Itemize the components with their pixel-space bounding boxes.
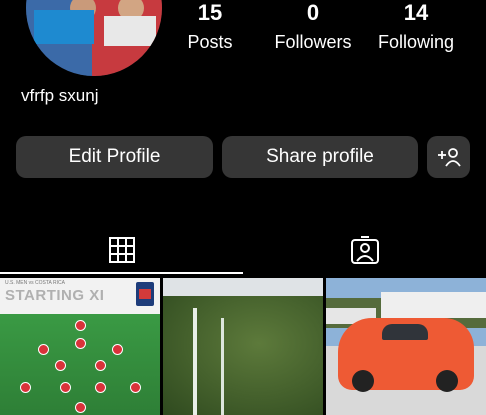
post-caption-top: U.S. MEN vs COSTA RICA bbox=[5, 280, 65, 286]
username: vfrfp sxunj bbox=[21, 86, 99, 105]
stat-following[interactable]: 14 Following bbox=[366, 0, 466, 53]
tab-tagged[interactable] bbox=[243, 225, 486, 275]
tab-active-indicator bbox=[0, 272, 243, 274]
add-user-icon bbox=[437, 148, 461, 167]
add-user-button[interactable] bbox=[427, 136, 470, 178]
following-label: Following bbox=[377, 32, 455, 52]
tagged-icon bbox=[350, 236, 379, 264]
post-thumbnail[interactable] bbox=[163, 278, 323, 415]
stat-followers[interactable]: 0 Followers bbox=[263, 0, 363, 53]
posts-count: 15 bbox=[197, 0, 223, 25]
edit-profile-button[interactable]: Edit Profile bbox=[16, 136, 213, 178]
grid-icon bbox=[108, 237, 135, 263]
followers-label: Followers bbox=[274, 32, 352, 52]
posts-label: Posts bbox=[187, 32, 233, 52]
edit-profile-label: Edit Profile bbox=[68, 146, 161, 167]
stat-posts[interactable]: 15 Posts bbox=[160, 0, 260, 53]
waterfall-photo bbox=[163, 296, 323, 415]
avatar[interactable] bbox=[26, 0, 162, 76]
following-count: 14 bbox=[403, 0, 429, 25]
post-thumbnail[interactable] bbox=[326, 278, 486, 415]
share-profile-button[interactable]: Share profile bbox=[222, 136, 418, 178]
crest-icon bbox=[136, 282, 154, 306]
post-title: STARTING XI bbox=[5, 287, 105, 304]
share-profile-label: Share profile bbox=[266, 146, 374, 167]
tab-grid[interactable] bbox=[0, 225, 243, 275]
followers-count: 0 bbox=[306, 0, 320, 25]
pitch-graphic bbox=[0, 314, 160, 415]
post-thumbnail[interactable]: U.S. MEN vs COSTA RICA STARTING XI bbox=[0, 278, 160, 415]
